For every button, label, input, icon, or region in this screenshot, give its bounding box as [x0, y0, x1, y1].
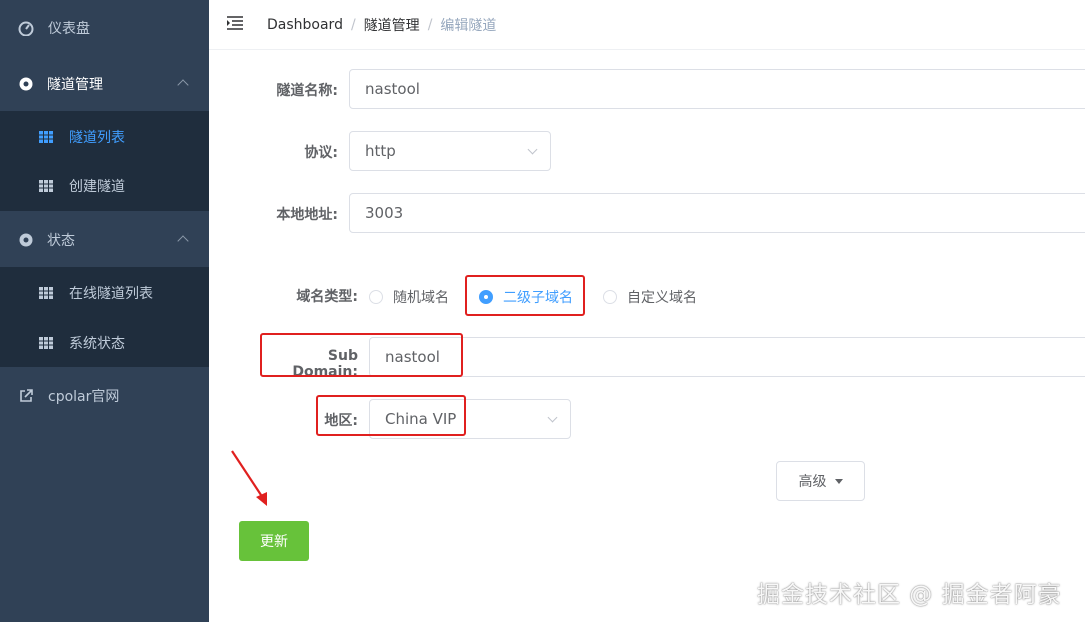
- table-icon: [39, 131, 53, 143]
- caret-down-icon: [834, 478, 843, 484]
- sidebar-item-system-status[interactable]: 系统状态: [0, 323, 209, 363]
- dashboard-icon: [18, 21, 34, 36]
- update-label: 更新: [260, 534, 288, 550]
- update-button[interactable]: 更新: [239, 521, 309, 561]
- sidebar-item-label: 隧道列表: [69, 130, 125, 146]
- breadcrumb-separator: /: [427, 17, 433, 33]
- tunnel-name-input[interactable]: nastool: [349, 69, 1085, 109]
- domain-type-label: 域名类型:: [296, 289, 358, 305]
- radio-circle: [369, 290, 383, 304]
- menu-fold-icon[interactable]: [226, 15, 244, 31]
- tunnel-name-value: nastool: [365, 80, 420, 98]
- lifebuoy-icon: [19, 233, 33, 247]
- sidebar-item-status[interactable]: 状态: [0, 220, 209, 260]
- chevron-up-icon: [177, 79, 189, 91]
- radio-custom-domain[interactable]: 自定义域名: [603, 287, 697, 307]
- table-icon: [39, 287, 53, 299]
- breadcrumb-edit-tunnel: 编辑隧道: [440, 18, 497, 34]
- breadcrumb-dashboard[interactable]: Dashboard: [267, 17, 343, 33]
- breadcrumb-separator: /: [350, 17, 356, 33]
- sidebar-item-label: 系统状态: [69, 336, 125, 352]
- highlight-box-subdomain: [260, 333, 463, 377]
- chevron-down-icon: [547, 412, 558, 423]
- sidebar-item-create-tunnel[interactable]: 创建隧道: [0, 166, 209, 206]
- sidebar-item-label: cpolar官网: [48, 389, 120, 405]
- sidebar-item-label: 隧道管理: [47, 77, 103, 93]
- sidebar: 仪表盘 隧道管理 隧道列表 创建隧道 状态 在线隧道列表 系统状态 cpolar…: [0, 0, 209, 622]
- highlight-box-region: [316, 395, 466, 436]
- radio-random-domain[interactable]: 随机域名: [369, 287, 449, 307]
- watermark-text: 掘金技术社区 @ 掘金者阿豪: [757, 582, 1062, 608]
- protocol-select[interactable]: http: [349, 131, 551, 171]
- radio-circle: [603, 290, 617, 304]
- chevron-down-icon: [527, 144, 538, 155]
- sidebar-item-tunnel-management[interactable]: 隧道管理: [0, 64, 209, 104]
- sidebar-item-cpolar-site[interactable]: cpolar官网: [0, 376, 209, 416]
- top-navbar: Dashboard / 隧道管理 / 编辑隧道: [209, 0, 1085, 50]
- local-address-label: 本地地址:: [276, 207, 338, 223]
- sidebar-item-tunnel-list[interactable]: 隧道列表: [0, 117, 209, 157]
- sidebar-item-label: 状态: [47, 233, 75, 249]
- sidebar-item-dashboard[interactable]: 仪表盘: [0, 8, 209, 48]
- protocol-label: 协议:: [304, 145, 338, 161]
- sidebar-item-online-tunnels[interactable]: 在线隧道列表: [0, 273, 209, 313]
- radio-label: 自定义域名: [627, 290, 697, 306]
- table-icon: [39, 180, 53, 192]
- local-address-input[interactable]: 3003: [349, 193, 1085, 233]
- lifebuoy-icon: [19, 77, 33, 91]
- local-address-value: 3003: [365, 204, 404, 222]
- tunnel-name-label: 隧道名称:: [276, 83, 338, 99]
- external-link-icon: [20, 389, 33, 402]
- sidebar-item-label: 创建隧道: [69, 179, 125, 195]
- highlight-box-subdomain-radio: [465, 275, 585, 316]
- arrow-annotation-icon: [231, 450, 267, 506]
- radio-label: 随机域名: [393, 290, 449, 306]
- protocol-value: http: [365, 142, 396, 160]
- sidebar-item-label: 在线隧道列表: [69, 286, 153, 302]
- sidebar-item-label: 仪表盘: [48, 21, 90, 37]
- table-icon: [39, 337, 53, 349]
- advanced-label: 高级: [798, 474, 827, 490]
- subdomain-input[interactable]: nastool: [369, 337, 1085, 377]
- advanced-button[interactable]: 高级: [776, 461, 865, 501]
- breadcrumb: Dashboard / 隧道管理 / 编辑隧道: [267, 15, 496, 35]
- breadcrumb-tunnel-management[interactable]: 隧道管理: [364, 15, 420, 35]
- chevron-up-icon: [177, 235, 189, 247]
